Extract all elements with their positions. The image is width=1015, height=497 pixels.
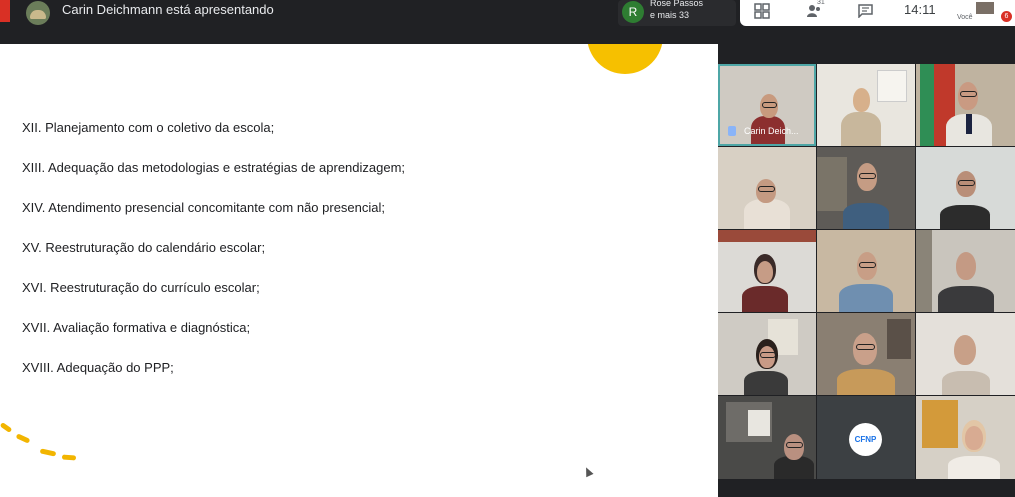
microphone-icon	[728, 126, 736, 136]
meeting-controls	[740, 0, 1015, 26]
participant-tile[interactable]	[718, 396, 816, 479]
participant-tile[interactable]	[718, 230, 816, 312]
chat-icon[interactable]	[858, 4, 873, 18]
presented-slide: XII. Planejamento com o coletivo da esco…	[0, 44, 718, 497]
slide-item: XVIII. Adequação do PPP;	[22, 360, 174, 375]
participant-tile[interactable]	[916, 396, 1015, 479]
self-video-thumbnail[interactable]	[976, 2, 994, 14]
notification-badge: 6	[1001, 11, 1012, 22]
close-presentation-button[interactable]	[0, 0, 10, 22]
slide-item: XIII. Adequação das metodologias e estra…	[22, 160, 406, 175]
meeting-clock: 14:11	[904, 2, 936, 17]
decorative-dash	[0, 422, 13, 433]
participant-tile[interactable]	[916, 147, 1015, 229]
participant-tile[interactable]	[916, 64, 1015, 146]
participant-tile[interactable]	[817, 313, 915, 395]
participant-grid: Carin Deich... CFNP	[718, 64, 1015, 479]
participant-tile[interactable]	[817, 147, 915, 229]
slide-item: XVI. Reestruturação do currículo escolar…	[22, 280, 260, 295]
decorative-circle	[587, 44, 663, 74]
participant-name: Rose Passos	[650, 0, 704, 8]
participant-tile[interactable]	[817, 230, 915, 312]
participant-tile[interactable]	[916, 313, 1015, 395]
self-label: Você	[957, 14, 973, 21]
participant-tile-camera-off[interactable]: CFNP	[817, 396, 915, 479]
slide-item-list: XII. Planejamento com o coletivo da esco…	[22, 120, 405, 400]
people-count-badge: 31	[817, 0, 825, 6]
organization-logo: CFNP	[849, 423, 882, 456]
decorative-dash	[39, 448, 57, 457]
participant-tile[interactable]	[718, 313, 816, 395]
presenter-avatar	[26, 1, 50, 25]
participant-tile[interactable]	[718, 147, 816, 229]
participant-tile[interactable]	[817, 64, 915, 146]
speaker-name-label: Carin Deich...	[744, 126, 799, 136]
participant-avatar: R	[622, 1, 644, 23]
layout-icon[interactable]	[754, 3, 770, 19]
slide-item: XIV. Atendimento presencial concomitante…	[22, 200, 386, 215]
participant-tile-speaker[interactable]: Carin Deich...	[718, 64, 816, 146]
mouse-cursor-icon	[582, 465, 594, 478]
decorative-dash	[15, 433, 31, 444]
participant-tile[interactable]	[916, 230, 1015, 312]
slide-item: XVII. Avaliação formativa e diagnóstica;	[22, 320, 251, 335]
presenting-status: Carin Deichmann está apresentando	[62, 2, 274, 17]
decorative-dash	[61, 454, 77, 461]
participant-more-count: e mais 33	[650, 10, 690, 20]
slide-item: XII. Planejamento com o coletivo da esco…	[22, 120, 275, 135]
slide-item: XV. Reestruturação do calendário escolar…	[22, 240, 266, 255]
